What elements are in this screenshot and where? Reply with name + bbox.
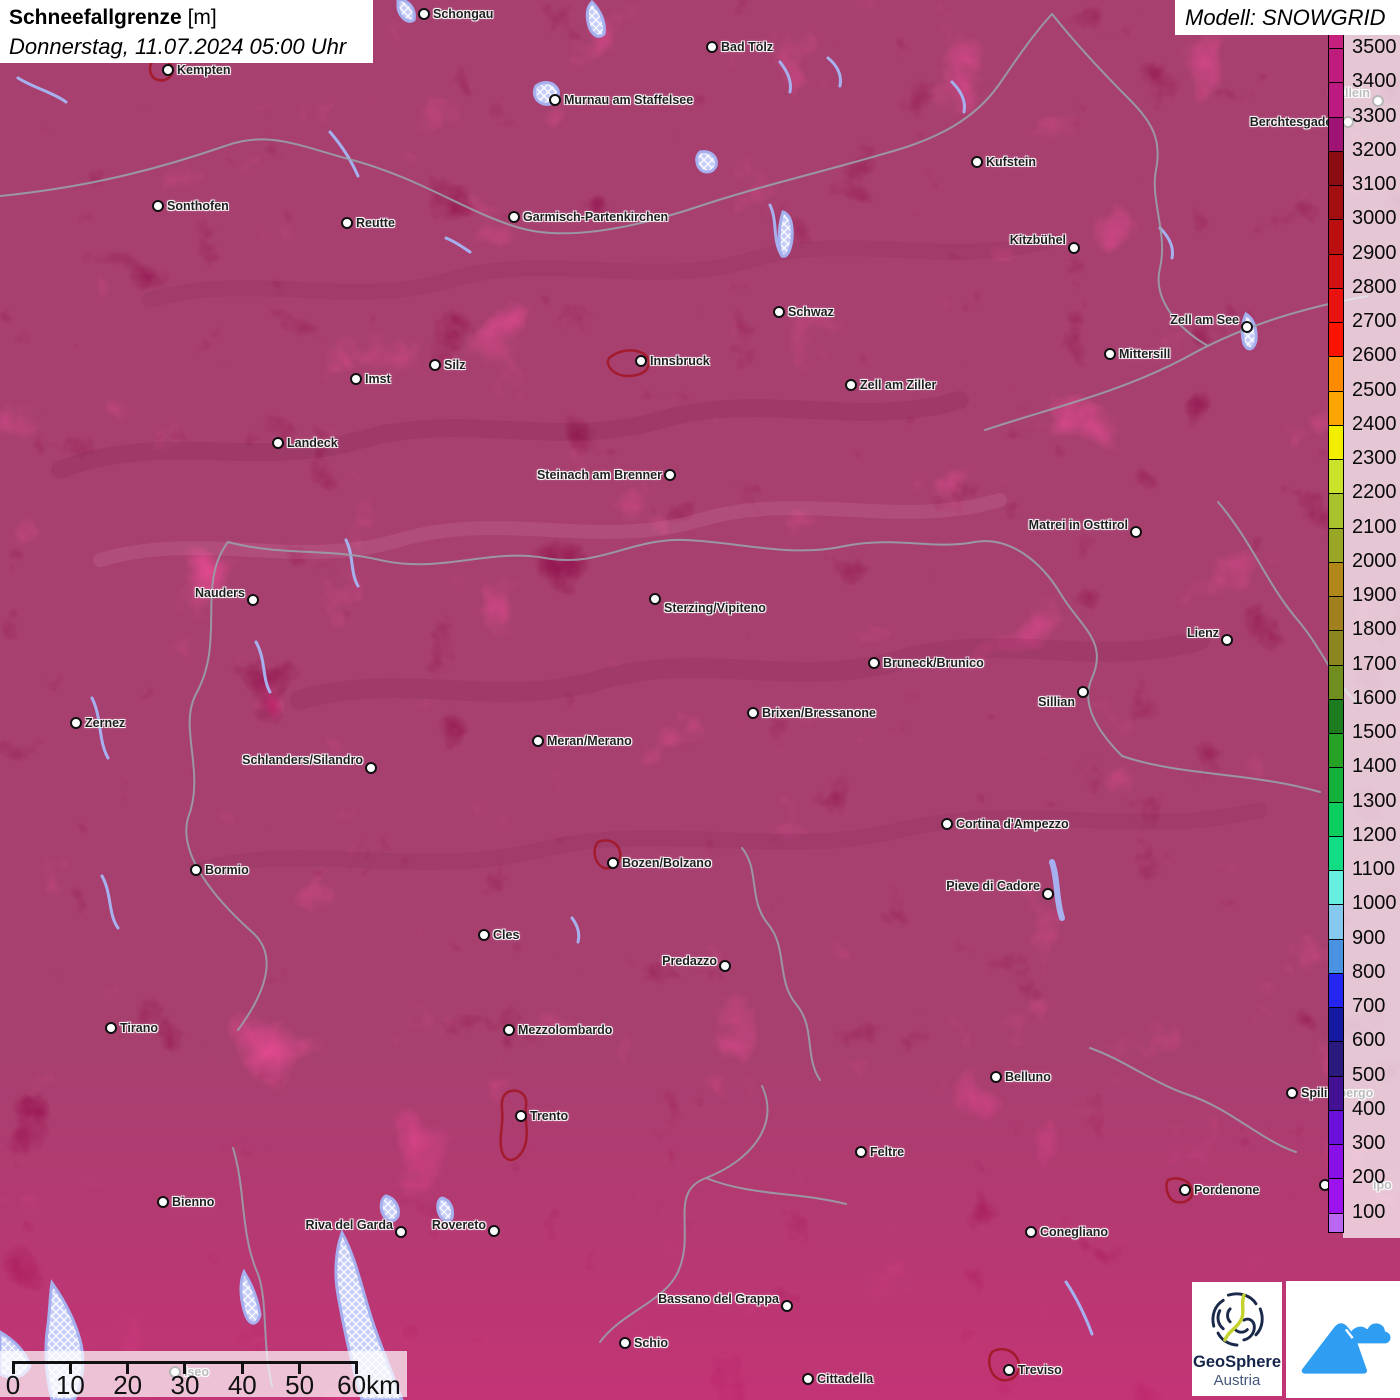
map-canvas — [0, 0, 1400, 1400]
terrain-layer — [0, 0, 1400, 1400]
weather-map-product: Schongau Bad Tölz Kempten Murnau am Staffel… — [0, 0, 1400, 1400]
lake-staffelsee — [532, 81, 560, 106]
lake-achensee — [777, 210, 794, 258]
